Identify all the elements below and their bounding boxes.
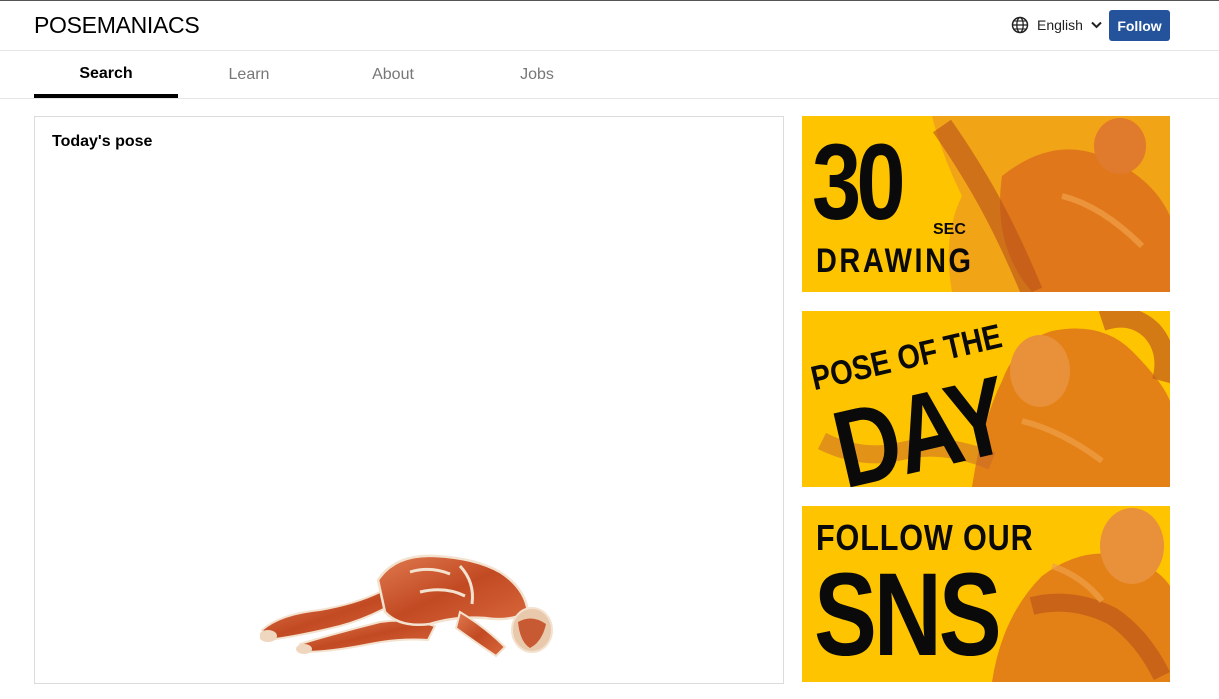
- language-selector[interactable]: English: [1011, 16, 1102, 34]
- banner-big-word: SNS: [814, 549, 1002, 681]
- site-logo[interactable]: POSEMANIACS: [34, 12, 200, 39]
- banner-pose-of-the-day[interactable]: POSE OF THE DAY: [802, 311, 1170, 487]
- tab-about[interactable]: About: [321, 51, 465, 98]
- banner-big-number: 30: [812, 121, 906, 242]
- todays-pose-card: Today's pose: [34, 116, 784, 684]
- pose-title: Today's pose: [52, 133, 153, 150]
- banner-30sec-drawing[interactable]: 30 SEC DRAWING: [802, 116, 1170, 292]
- banner-follow-our-sns[interactable]: FOLLOW OUR SNS: [802, 506, 1170, 682]
- pose-figure-image[interactable]: [259, 552, 555, 667]
- language-label: English: [1037, 17, 1083, 33]
- banner-unit: SEC: [933, 221, 966, 238]
- nav-tabs: Search Learn About Jobs: [0, 51, 1219, 99]
- banner-subtitle: DRAWING: [816, 242, 974, 280]
- top-header: POSEMANIACS English Follow: [0, 1, 1219, 51]
- chevron-down-icon: [1091, 21, 1102, 29]
- tab-jobs[interactable]: Jobs: [465, 51, 609, 98]
- tab-learn[interactable]: Learn: [177, 51, 321, 98]
- tab-search[interactable]: Search: [34, 51, 178, 98]
- globe-icon: [1011, 16, 1029, 34]
- follow-button[interactable]: Follow: [1109, 10, 1170, 41]
